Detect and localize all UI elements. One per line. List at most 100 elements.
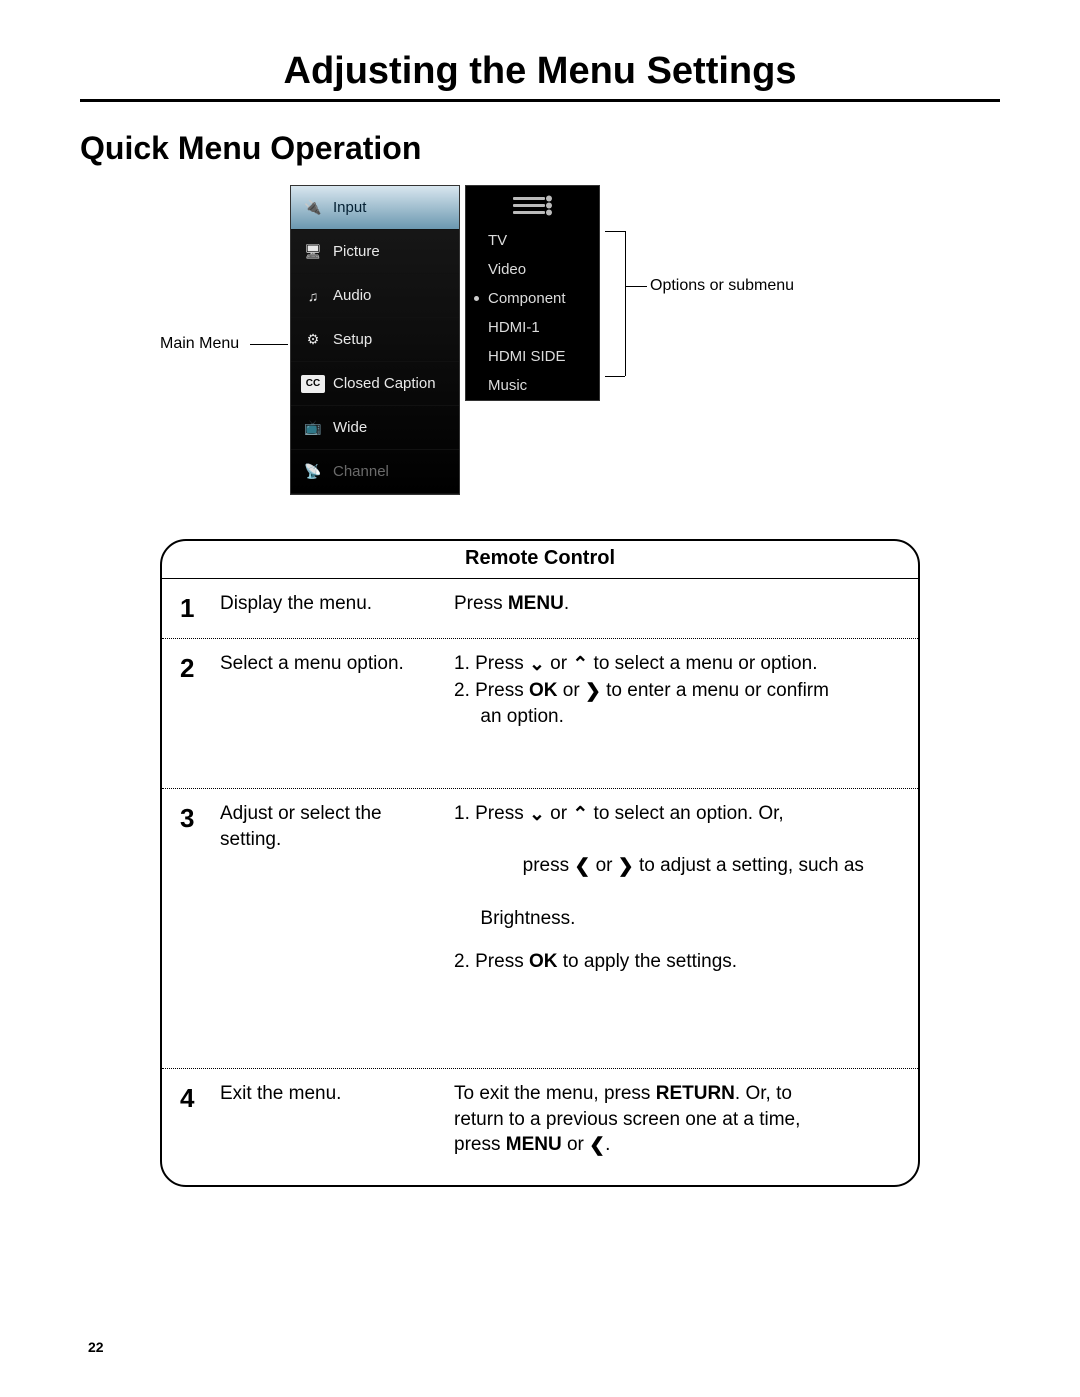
chevron-down-icon: ⌄ [529,802,545,828]
step-action: Select a menu option. [220,651,454,776]
submenu-label: Video [488,261,526,278]
tv-submenu-item[interactable]: HDMI-1 [466,313,599,342]
tv-menu-item-setup[interactable]: ⚙ Setup [291,318,459,362]
tv-menu-item-input[interactable]: 🔌 Input [291,186,459,230]
text: or [562,1134,589,1155]
tv-menu-label: Channel [333,463,389,480]
tv-menu-item-cc[interactable]: CC Closed Caption [291,362,459,406]
table-row: 4 Exit the menu. To exit the menu, press… [162,1069,918,1185]
button-name: OK [529,680,558,701]
step-remote: 1. Press ⌄ or ⌃ to select a menu or opti… [454,651,896,776]
table-row: 1 Display the menu. Press MENU. [162,579,918,639]
button-name: MENU [508,593,564,614]
callout-submenu: Options or submenu [650,277,794,295]
text: Press [454,593,508,614]
text: 1. Press [454,803,529,824]
step-number: 4 [172,1081,220,1159]
tv-menu-label: Setup [333,331,372,348]
text: 2. Press [454,951,529,972]
step-action: Adjust or select the setting. [220,801,454,1056]
page-number: 22 [88,1339,104,1355]
tv-menu-label: Input [333,199,366,216]
setup-icon: ⚙ [301,331,325,349]
step-remote: Press MENU. [454,591,896,626]
text: . Or, to [735,1083,792,1104]
section-title: Quick Menu Operation [80,130,1000,167]
step-remote: To exit the menu, press RETURN. Or, to r… [454,1081,896,1159]
chevron-down-icon: ⌄ [529,652,545,678]
audio-icon: ♫ [301,287,325,305]
callout-line [625,231,626,376]
text: press [454,1134,506,1155]
step-number: 2 [172,651,220,776]
remote-control-table: Remote Control 1 Display the menu. Press… [160,539,920,1187]
tv-menu-item-audio[interactable]: ♫ Audio [291,274,459,318]
step-action: Display the menu. [220,591,454,626]
tv-menu-label: Wide [333,419,367,436]
wide-icon: 📺 [301,419,325,437]
text: press [496,855,574,876]
callout-line [625,286,647,287]
text: To exit the menu, press [454,1083,656,1104]
text: or [590,855,617,876]
submenu-label: Component [488,290,566,307]
tv-submenu-item[interactable]: HDMI SIDE [466,342,599,371]
table-row: 2 Select a menu option. 1. Press ⌄ or ⌃ … [162,639,918,789]
text: 2. Press [454,680,529,701]
submenu-label: Music [488,377,527,394]
chevron-left-icon: ❮ [589,1133,605,1159]
tv-sub-menu: TV Video Component HDMI-1 HDMI SIDE Musi… [465,185,600,401]
text: or [545,653,572,674]
step-number: 3 [172,801,220,1056]
cc-icon: CC [301,375,325,393]
table-row: 3 Adjust or select the setting. 1. Press… [162,789,918,1069]
step-remote: 1. Press ⌄ or ⌃ to select an option. Or,… [454,801,896,1056]
text: . [605,1134,610,1155]
text: Brightness. [454,906,896,932]
tv-main-menu: 🔌 Input 🖥 Picture ♫ Audio ⚙ Setup CC Clo… [290,185,460,495]
text: to select an option. Or, [588,803,783,824]
text: . [564,593,569,614]
tv-submenu-item[interactable]: TV [466,226,599,255]
text: or [557,680,584,701]
chevron-right-icon: ❯ [618,854,634,880]
button-name: RETURN [656,1083,735,1104]
chevron-right-icon: ❯ [585,679,601,705]
text: 1. Press [454,653,529,674]
submenu-label: TV [488,232,507,249]
av-jacks-icon [466,186,599,226]
text: to adjust a setting, such as [634,855,864,876]
tv-menu-figure: 🔌 Input 🖥 Picture ♫ Audio ⚙ Setup CC Clo… [140,185,940,515]
callout-line [605,231,625,232]
button-name: MENU [506,1134,562,1155]
text: to apply the settings. [557,951,737,972]
picture-icon: 🖥 [301,243,325,261]
tv-menu-item-picture[interactable]: 🖥 Picture [291,230,459,274]
callout-line [605,376,625,377]
text: or [545,803,572,824]
submenu-label: HDMI SIDE [488,348,566,365]
chevron-up-icon: ⌃ [572,652,588,678]
table-header: Remote Control [162,541,918,579]
step-action: Exit the menu. [220,1081,454,1159]
tv-menu-label: Audio [333,287,371,304]
step-number: 1 [172,591,220,626]
chevron-up-icon: ⌃ [572,802,588,828]
tv-menu-item-wide[interactable]: 📺 Wide [291,406,459,450]
callout-main-menu: Main Menu [160,335,239,353]
tv-menu-label: Closed Caption [333,375,436,392]
chevron-left-icon: ❮ [574,854,590,880]
tv-submenu-item[interactable]: Video [466,255,599,284]
text: to enter a menu or confirm [601,680,829,701]
button-name: OK [529,951,558,972]
text: an option. [454,704,896,730]
submenu-label: HDMI-1 [488,319,540,336]
tv-menu-label: Picture [333,243,380,260]
text: return to a previous screen one at a tim… [454,1107,896,1133]
tv-submenu-item[interactable]: Component [466,284,599,313]
channel-icon: 📡 [301,463,325,481]
tv-submenu-item[interactable]: Music [466,371,599,400]
text: to select a menu or option. [588,653,817,674]
tv-menu-item-channel[interactable]: 📡 Channel [291,450,459,494]
input-icon: 🔌 [301,199,325,217]
